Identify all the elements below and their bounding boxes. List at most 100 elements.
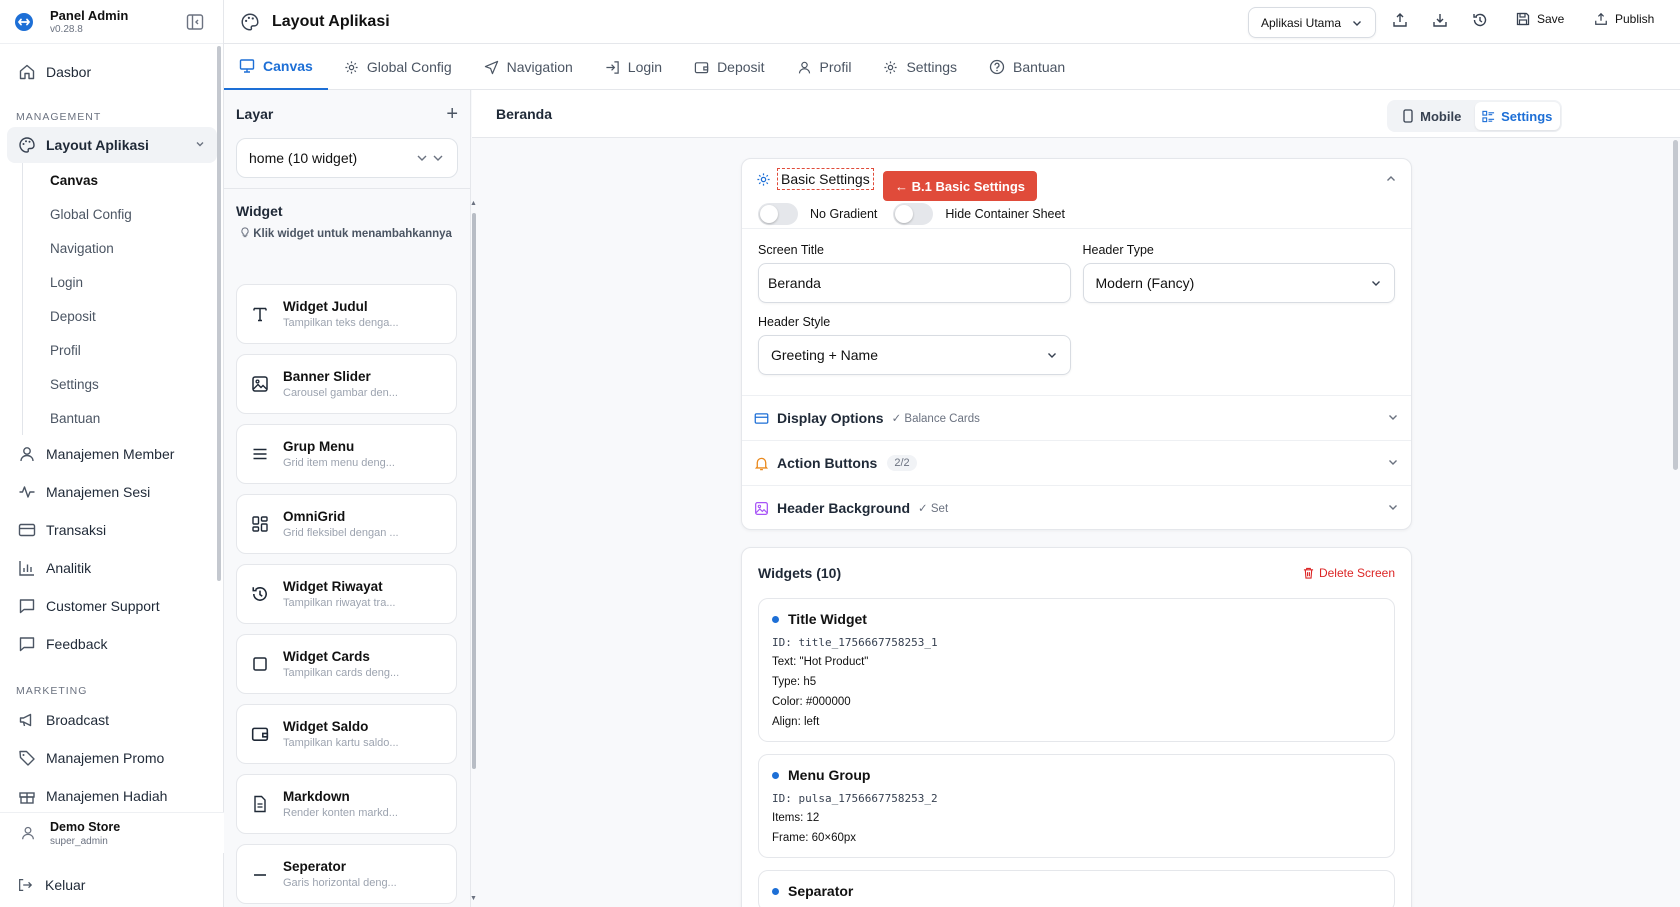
nav-layout-label: Layout Aplikasi xyxy=(46,137,149,153)
nav-session-label: Manajemen Sesi xyxy=(46,484,151,500)
status-dot xyxy=(772,615,779,623)
widget-card[interactable]: Grup Menu Grid item menu deng... xyxy=(236,424,457,484)
trash-icon xyxy=(1303,567,1314,579)
widget-card-name: Seperator xyxy=(283,859,347,874)
screen-select[interactable]: home (10 widget) xyxy=(236,138,458,178)
widget-card[interactable]: Markdown Render konten markd... xyxy=(236,774,457,834)
widget-card-desc: Grid fleksibel dengan ... xyxy=(283,527,399,539)
publish-button[interactable]: Publish xyxy=(1594,12,1654,26)
basic-form: Screen Title Beranda Header Type Modern … xyxy=(742,229,1411,375)
widget-card[interactable]: Widget Cards Tampilkan cards deng... xyxy=(236,634,457,694)
widget-item-prop: Items: 12 xyxy=(772,812,820,824)
user-icon xyxy=(797,60,812,75)
tab-profil[interactable]: Profil xyxy=(781,44,868,90)
nav-layout-aplikasi[interactable]: Layout Aplikasi xyxy=(7,127,217,163)
widget-card[interactable]: OmniGrid Grid fleksibel dengan ... xyxy=(236,494,457,554)
app-select-value: Aplikasi Utama xyxy=(1261,15,1342,30)
chevron-up-icon[interactable] xyxy=(1385,173,1397,185)
export-icon[interactable] xyxy=(1392,12,1408,28)
text-icon xyxy=(249,303,271,325)
nav-analytics[interactable]: Analitik xyxy=(0,549,224,587)
history-icon xyxy=(249,583,271,605)
tab-login[interactable]: Login xyxy=(589,44,678,90)
history-icon[interactable] xyxy=(1472,12,1488,28)
header-type-label: Header Type xyxy=(1082,243,1154,257)
layers-title: Layar xyxy=(236,106,274,122)
view-settings-button[interactable]: Settings xyxy=(1474,102,1560,130)
no-gradient-toggle[interactable] xyxy=(758,202,798,225)
widget-card-desc: Garis horizontal deng... xyxy=(283,877,397,889)
tab-deposit[interactable]: Deposit xyxy=(678,44,780,90)
nav-member[interactable]: Manajemen Member xyxy=(0,435,224,473)
chevron-down-icon xyxy=(1370,277,1382,289)
nav-promo[interactable]: Manajemen Promo xyxy=(0,739,224,777)
canvas-scrollbar[interactable] xyxy=(1673,140,1678,470)
nav-dashboard[interactable]: Dasbor xyxy=(0,53,224,91)
accordion-action-buttons[interactable]: Action Buttons 2/2 xyxy=(742,440,1411,485)
view-settings-label: Settings xyxy=(1501,108,1553,124)
help-circle-icon xyxy=(989,59,1005,75)
sub-settings[interactable]: Settings xyxy=(23,367,224,401)
chevron-down-icon xyxy=(1387,500,1399,516)
logout-button[interactable]: Keluar xyxy=(0,872,102,898)
chevron-down-icon xyxy=(1351,17,1363,29)
accordion-title: Action Buttons xyxy=(777,455,878,471)
widget-card[interactable]: Widget Judul Tampilkan teks denga... xyxy=(236,284,457,344)
view-mobile-button[interactable]: Mobile xyxy=(1389,102,1475,130)
widget-card[interactable]: Widget Saldo Tampilkan kartu saldo... xyxy=(236,704,457,764)
tab-settings[interactable]: Settings xyxy=(867,44,973,90)
hide-container-sheet-toggle[interactable] xyxy=(893,202,934,225)
lightbulb-icon xyxy=(240,227,250,238)
tab-global-config[interactable]: Global Config xyxy=(328,44,468,90)
nav-reward[interactable]: Manajemen Hadiah xyxy=(0,777,224,809)
sub-bantuan[interactable]: Bantuan xyxy=(23,401,224,435)
accordion-display-options[interactable]: Display Options ✓ Balance Cards xyxy=(742,395,1411,440)
activity-icon xyxy=(18,483,36,501)
screen-name: Beranda xyxy=(496,105,553,122)
sidebar: Panel Admin v0.28.8 Dasbor MANAGEMENT La… xyxy=(0,0,224,907)
screen-title-input[interactable]: Beranda xyxy=(758,263,1071,303)
nav-support[interactable]: Customer Support xyxy=(0,587,224,625)
sub-canvas[interactable]: Canvas xyxy=(23,163,224,197)
tab-bantuan[interactable]: Bantuan xyxy=(973,44,1081,90)
collapse-sidebar-icon[interactable] xyxy=(186,13,204,31)
app-select[interactable]: Aplikasi Utama xyxy=(1248,7,1376,38)
tab-navigation[interactable]: Navigation xyxy=(468,44,589,90)
nav-transaction[interactable]: Transaksi xyxy=(0,511,224,549)
nav-session[interactable]: Manajemen Sesi xyxy=(0,473,224,511)
widget-item[interactable]: Title Widget ID: title_1756667758253_1 T… xyxy=(758,598,1395,742)
sub-navigation[interactable]: Navigation xyxy=(23,231,224,265)
add-screen-icon[interactable]: + xyxy=(446,103,458,126)
sub-global-config[interactable]: Global Config xyxy=(23,197,224,231)
user-profile[interactable]: Demo Store super_admin xyxy=(0,813,224,853)
widget-card[interactable]: Seperator Garis horizontal deng... xyxy=(236,844,457,904)
header-style-select[interactable]: Greeting + Name xyxy=(758,335,1071,375)
tab-canvas[interactable]: Canvas xyxy=(224,44,328,90)
sub-deposit[interactable]: Deposit xyxy=(23,299,224,333)
widget-section-title: Widget xyxy=(236,203,283,219)
user-avatar-icon xyxy=(20,825,36,841)
nav-broadcast[interactable]: Broadcast xyxy=(0,701,224,739)
accordion-header-background[interactable]: Header Background ✓ Set xyxy=(742,485,1411,530)
widget-card-name: OmniGrid xyxy=(283,509,346,524)
nav-promo-label: Manajemen Promo xyxy=(46,750,165,766)
brand-version: v0.28.8 xyxy=(50,23,83,35)
widget-item[interactable]: Separator xyxy=(758,870,1395,907)
header-style-label: Header Style xyxy=(758,315,831,329)
save-button[interactable]: Save xyxy=(1516,12,1564,26)
sub-profil[interactable]: Profil xyxy=(23,333,224,367)
widget-item[interactable]: Menu Group ID: pulsa_1756667758253_2 Ite… xyxy=(758,754,1395,858)
header-type-select[interactable]: Modern (Fancy) xyxy=(1082,263,1395,303)
sidebar-scrollbar[interactable] xyxy=(217,46,221,581)
sub-login[interactable]: Login xyxy=(23,265,224,299)
delete-screen-button[interactable]: Delete Screen xyxy=(1303,566,1395,580)
basic-settings-header[interactable]: Basic Settings xyxy=(742,159,1411,199)
chevron-down-icon xyxy=(1387,455,1399,471)
widget-card[interactable]: Banner Slider Carousel gambar den... xyxy=(236,354,457,414)
palette-icon xyxy=(240,12,260,32)
nav-feedback[interactable]: Feedback xyxy=(0,625,224,663)
widget-card[interactable]: Widget Riwayat Tampilkan riwayat tra... xyxy=(236,564,457,624)
nav-feedback-label: Feedback xyxy=(46,636,108,652)
chevrons-icon xyxy=(417,152,445,164)
import-icon[interactable] xyxy=(1432,12,1448,28)
